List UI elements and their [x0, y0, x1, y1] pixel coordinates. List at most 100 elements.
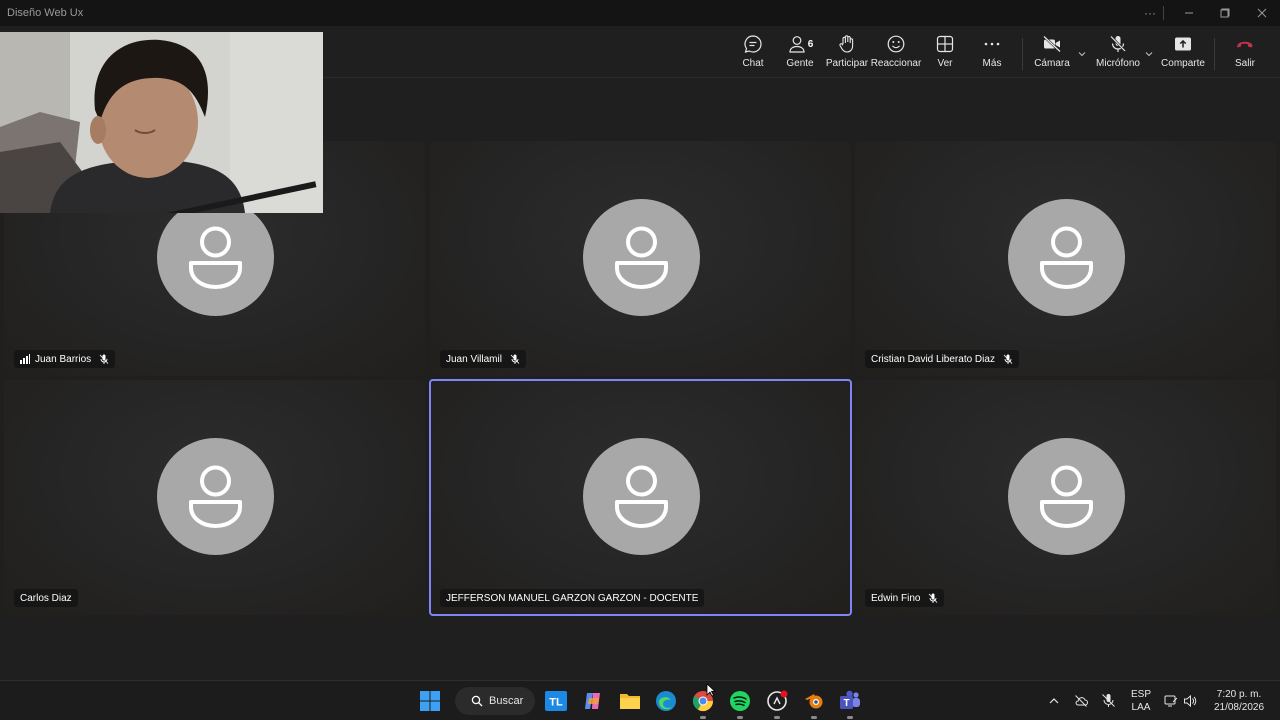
participant-name: JEFFERSON MANUEL GARZON GARZON - DOCENTE: [446, 592, 699, 604]
close-icon[interactable]: [1244, 0, 1280, 26]
avatar: [156, 438, 274, 555]
microphone-muted-icon: [99, 354, 109, 364]
raise-hand-label: Participar: [825, 58, 869, 69]
share-label: Comparte: [1161, 58, 1205, 69]
people-count: 6: [807, 38, 814, 50]
participant-tile[interactable]: Juan Villamil: [430, 141, 851, 376]
participant-name: Juan Barrios: [35, 353, 92, 365]
running-indicator: [737, 716, 743, 719]
toolbar-divider: [1214, 38, 1215, 70]
participant-name: Edwin Fino: [871, 592, 921, 604]
avatar: [1007, 199, 1125, 316]
signal-strength-icon: [20, 354, 30, 364]
self-view-video[interactable]: [0, 32, 323, 213]
running-indicator: [811, 716, 817, 719]
microphone-muted-tray-icon[interactable]: [1101, 693, 1116, 708]
svg-text:T: T: [843, 698, 849, 709]
taskbar-search[interactable]: Buscar: [455, 687, 535, 715]
microphone-muted-icon: [510, 354, 520, 364]
name-tag: Edwin Fino: [865, 589, 945, 607]
webcam-feed-image: [0, 32, 323, 213]
leave-button[interactable]: Salir: [1217, 34, 1273, 74]
tl-app-icon[interactable]: TL: [544, 689, 568, 713]
microphone-options-chevron-down-icon[interactable]: [1143, 48, 1155, 60]
people-label: Gente: [786, 58, 814, 69]
maximize-icon[interactable]: [1207, 0, 1243, 26]
person-icon: [1039, 226, 1093, 289]
network-icon[interactable]: [1164, 694, 1178, 708]
running-indicator: [774, 716, 780, 719]
teams-icon[interactable]: T: [838, 689, 862, 713]
react-label: Reaccionar: [870, 58, 922, 69]
search-icon: [471, 695, 483, 707]
divider: [1163, 6, 1164, 20]
spotify-icon[interactable]: [728, 689, 752, 713]
participant-tile[interactable]: Edwin Fino: [855, 380, 1276, 615]
camera-label: Cámara: [1034, 58, 1070, 69]
participant-tile[interactable]: Cristian David Liberato Diaz: [855, 141, 1276, 376]
windows-start-icon[interactable]: [418, 689, 442, 713]
view-label: Ver: [937, 58, 953, 69]
name-tag: Juan Barrios: [14, 350, 116, 368]
hand-icon: [839, 35, 854, 53]
name-tag: JEFFERSON MANUEL GARZON GARZON - DOCENTE: [440, 589, 705, 607]
file-explorer-icon[interactable]: [618, 689, 642, 713]
edge-browser-icon[interactable]: [654, 689, 678, 713]
more-button[interactable]: Más: [964, 34, 1020, 74]
running-indicator: [847, 716, 853, 719]
language-code: ESP: [1130, 689, 1151, 700]
person-icon: [1039, 465, 1093, 528]
camera-button[interactable]: Cámara: [1024, 34, 1080, 74]
search-label: Buscar: [489, 695, 524, 707]
name-tag: Juan Villamil: [440, 350, 526, 368]
hang-up-icon: [1236, 41, 1253, 48]
ellipsis-icon: [984, 42, 1000, 46]
participant-name: Cristian David Liberato Diaz: [871, 353, 995, 365]
volume-icon[interactable]: [1183, 694, 1197, 708]
microphone-muted-icon: [1003, 354, 1013, 364]
svg-text:TL: TL: [549, 697, 563, 709]
leave-label: Salir: [1234, 58, 1255, 69]
cloud-off-icon[interactable]: [1074, 694, 1088, 708]
raise-hand-button[interactable]: Participar: [819, 34, 875, 74]
person-icon: [188, 465, 242, 528]
minimize-icon[interactable]: [1171, 0, 1207, 26]
toolbar-divider: [1022, 38, 1023, 70]
show-hidden-icons-chevron-up-icon[interactable]: [1048, 695, 1060, 707]
clock-date: 21/08/2026: [1213, 702, 1265, 713]
participant-name: Juan Villamil: [446, 353, 502, 365]
avatar: [1007, 438, 1125, 555]
clock[interactable]: 7:20 p. m. 21/08/2026: [1206, 688, 1272, 714]
chat-label: Chat: [742, 58, 764, 69]
name-tag: Carlos Diaz: [14, 589, 78, 607]
camera-off-icon: [1043, 35, 1061, 53]
title-bar: Diseño Web Ux ···: [0, 0, 1280, 26]
microphone-label: Micrófono: [1096, 58, 1140, 69]
blender-icon[interactable]: [802, 689, 826, 713]
layout-code: LAA: [1131, 702, 1151, 713]
microphone-button[interactable]: Micrófono: [1090, 34, 1146, 74]
copilot-icon[interactable]: [581, 689, 605, 713]
mouse-cursor-icon: [706, 683, 716, 697]
window-title: Diseño Web Ux: [7, 7, 84, 19]
camera-options-chevron-down-icon[interactable]: [1076, 48, 1088, 60]
github-desktop-icon[interactable]: [765, 689, 789, 713]
name-tag: Cristian David Liberato Diaz: [865, 350, 1019, 368]
avatar: [156, 199, 274, 316]
emoji-icon: [887, 35, 905, 53]
more-label: Más: [982, 58, 1002, 69]
avatar: [582, 199, 700, 316]
grid-icon: [936, 35, 954, 53]
share-screen-icon: [1175, 37, 1191, 51]
clock-time: 7:20 p. m.: [1216, 689, 1262, 700]
participant-tile-active-speaker[interactable]: JEFFERSON MANUEL GARZON GARZON - DOCENTE: [429, 379, 852, 616]
share-button[interactable]: Comparte: [1155, 34, 1211, 74]
keyboard-language[interactable]: ESP LAA: [1128, 688, 1154, 714]
react-button[interactable]: Reaccionar: [868, 34, 924, 74]
taskbar: Buscar TL T ESP LAA 7:20 p. m. 21/08/202…: [0, 680, 1280, 720]
microphone-off-icon: [1110, 35, 1126, 52]
avatar: [582, 438, 700, 555]
running-indicator: [700, 716, 706, 719]
participant-name: Carlos Diaz: [20, 592, 72, 604]
participant-tile[interactable]: Carlos Diaz: [4, 380, 425, 615]
